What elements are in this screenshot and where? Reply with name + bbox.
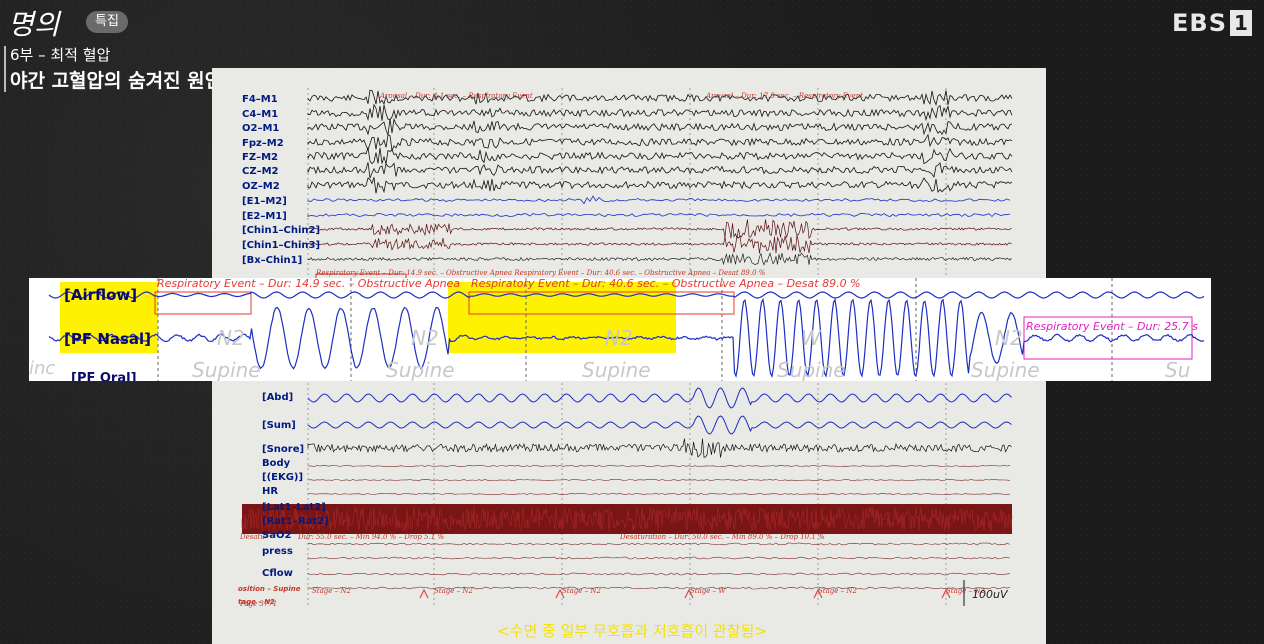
scale-label: 100uV — [972, 588, 1008, 601]
lower-trace — [307, 572, 1011, 576]
dotted-row — [307, 493, 1011, 495]
stage-n2-1: N2 — [217, 326, 245, 350]
caption: <수면 중 일부 무호흡과 저호흡이 관찰됨> — [497, 622, 767, 640]
eeg-trace — [307, 133, 1013, 152]
channel-label: OZ–M2 — [242, 181, 280, 192]
channel-label: [(EKG)] — [262, 472, 304, 483]
channel-label: Cflow — [262, 568, 293, 579]
lower-trace — [307, 542, 1011, 546]
emg-trace — [307, 219, 1012, 240]
desat-note-2: Desaturation – Dur: 50.0 sec. – Min 89.0… — [620, 533, 825, 541]
channel-name: EBS — [1172, 9, 1227, 37]
respiratory-event-2: Respiratory Event – Dur: 40.6 sec. – Obs… — [471, 278, 861, 290]
stage-mark-text: Stage – N2 — [434, 587, 473, 595]
dotted-row — [307, 479, 1011, 481]
pf-nasal-label: [PF Nasal] — [64, 330, 152, 348]
snore-trace — [307, 438, 1012, 458]
channel-label: C4–M1 — [242, 109, 279, 120]
emg-trace — [307, 234, 1012, 254]
position-supine-3: Supine — [582, 358, 651, 381]
position-supine-2: Supine — [386, 358, 455, 381]
channel-label: O2–M1 — [242, 123, 280, 134]
channel-label: osition – Supine — [238, 585, 301, 593]
position-supine-4: Supine — [777, 358, 846, 381]
eeg-trace — [307, 177, 1013, 194]
channel-label: [Rat1–Rat2] — [262, 516, 329, 527]
episode-subtitle: 야간 고혈압의 숨겨진 원인 — [10, 70, 223, 92]
sum-trace — [307, 415, 1012, 435]
eeg-trace — [307, 117, 1013, 136]
channel-logo: EBS 1 — [1172, 8, 1252, 38]
airflow-trace — [48, 291, 1205, 299]
channel-number: 1 — [1230, 10, 1252, 36]
channel-label: F4–M1 — [242, 94, 278, 105]
program-logo: 명의 — [8, 8, 62, 41]
channel-label: SaO2 — [262, 530, 292, 541]
channel-label: [Sum] — [262, 420, 296, 431]
channel-label: [Abd] — [262, 392, 294, 403]
channel-label: Fpz–M2 — [242, 138, 284, 149]
position-supine-5: Supine — [971, 358, 1040, 381]
desat-note-1: Dur: 55.0 sec. – Min 94.0 % – Drop 5.1 % — [298, 533, 445, 541]
strip-event-box-2 — [468, 291, 735, 315]
page-number: Page 3771 — [240, 600, 278, 608]
stage-n2-3: N2 — [605, 326, 633, 350]
strip-event-box-1 — [154, 291, 252, 315]
respiratory-event-3: Respiratory Event – Dur: 25.7 s — [1026, 320, 1198, 333]
channel-label: [Chin1–Chin2] — [242, 225, 321, 236]
channel-label: [Snore] — [262, 444, 305, 455]
channel-label: [Chin1–Chin3] — [242, 240, 321, 251]
eeg-trace — [307, 162, 1013, 179]
channel-label: CZ–M2 — [242, 166, 279, 177]
stage-w: W — [801, 326, 821, 350]
pf-oral-label: [PF Oral] — [71, 371, 137, 381]
dotted-row — [307, 465, 1011, 467]
stage-n2-4: N2 — [995, 326, 1023, 350]
eog-trace — [307, 213, 1011, 218]
respiratory-event-1: Respiratory Event – Dur: 14.9 sec. – Obs… — [157, 278, 461, 290]
emg-trace — [307, 252, 1012, 266]
desat-label: Desatu — [240, 533, 265, 541]
channel-label: press — [262, 546, 293, 557]
respiratory-row-note: Respiratory Event – Dur: 14.9 sec. – Obs… — [316, 269, 766, 277]
stage-mark-text: Stage – N2 — [562, 587, 601, 595]
arousal-note-2: Arousal – Dur: 17.8 sec. – Respiratory E… — [706, 92, 864, 100]
channel-label: Body — [262, 458, 291, 469]
abd-trace — [307, 387, 1012, 409]
zoomed-airflow-strip: [Airflow] [PF Nasal] [PF Oral] inc N2 N2… — [29, 278, 1211, 381]
special-badge: 특집 — [86, 11, 128, 33]
channel-label: [Bx–Chin1] — [242, 255, 303, 266]
channel-label: FZ–M2 — [242, 152, 278, 163]
channel-label: [E2–M1] — [242, 211, 287, 222]
channel-label: [Lat1–Lat2] — [262, 502, 326, 513]
eeg-trace — [307, 147, 1013, 165]
left-stub-text: inc — [29, 358, 56, 379]
program-logo-text: 명의 — [8, 8, 62, 41]
stage-mark-text: Stage – N2 — [818, 587, 857, 595]
arousal-note-1: Arousal – Dur: 4.1 sec. – Respiratory Ev… — [380, 92, 533, 100]
lower-trace — [307, 586, 1011, 590]
stage-tick — [419, 588, 429, 599]
airflow-label: [Airflow] — [64, 286, 138, 304]
position-supine-6: Su — [1165, 358, 1191, 381]
stage-mark-text: Stage – N2 — [312, 587, 351, 595]
title-divider — [4, 46, 6, 92]
lower-trace — [307, 556, 1011, 560]
stage-n2-2: N2 — [411, 326, 439, 350]
stage-mark-text: Stage – W — [690, 587, 726, 595]
channel-label: [E1–M2] — [242, 196, 287, 207]
eeg-trace — [307, 103, 1013, 122]
channel-label: HR — [262, 486, 279, 497]
eog-trace — [307, 195, 1011, 205]
position-supine-1: Supine — [192, 358, 261, 381]
episode-title: 6부 – 최적 혈압 — [10, 46, 111, 64]
